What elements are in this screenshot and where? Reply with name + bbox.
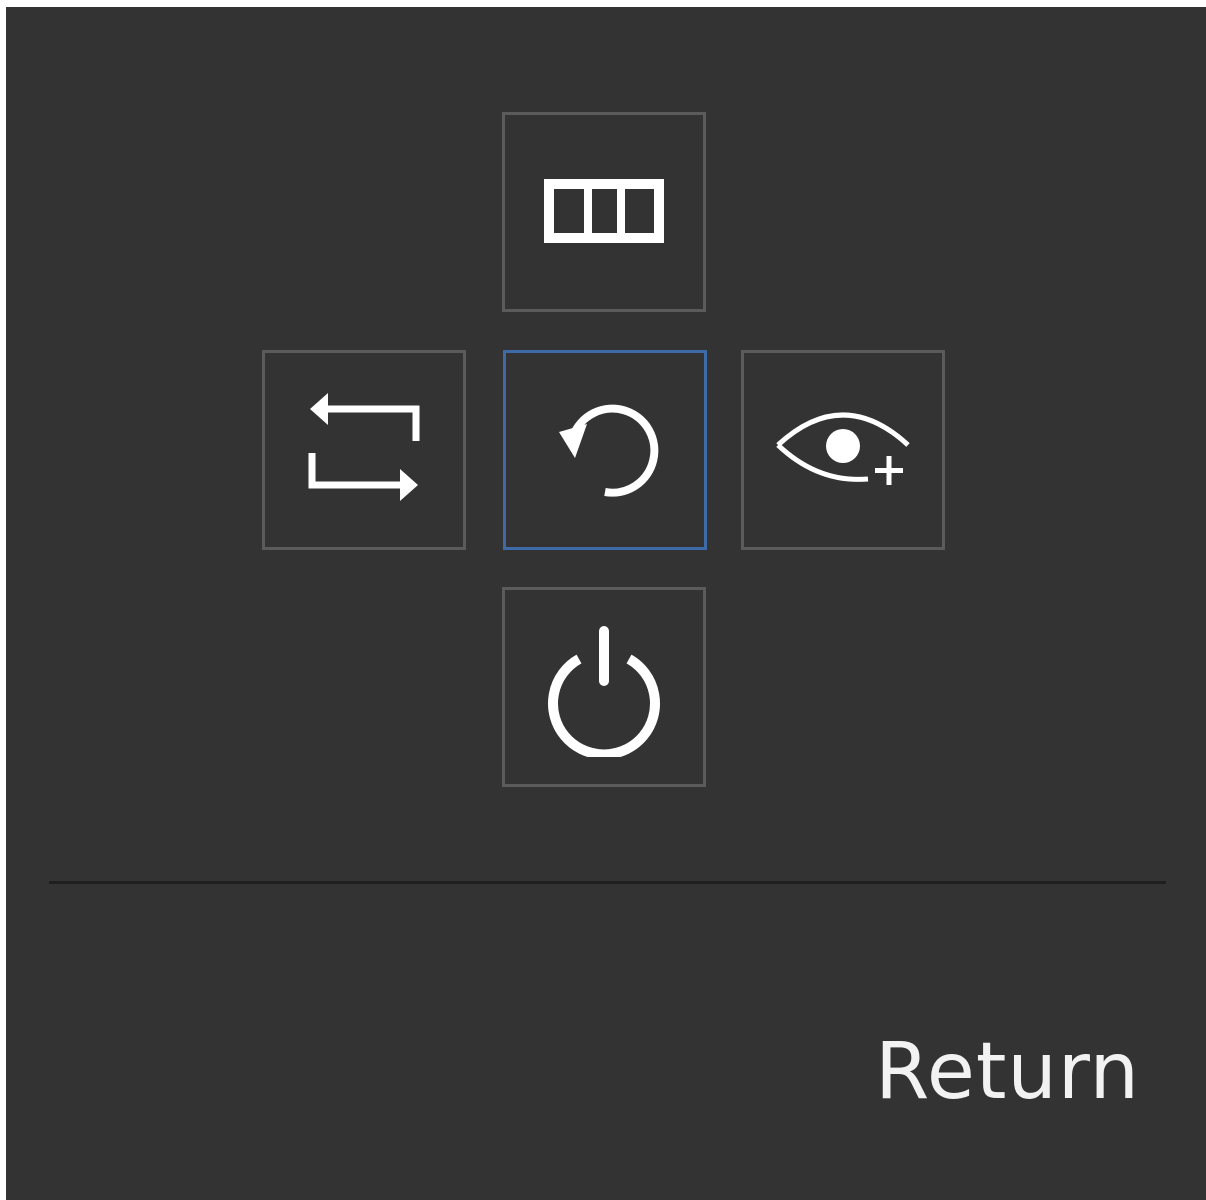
return-label: Return [875, 1027, 1140, 1117]
eye-saver-button[interactable] [741, 350, 945, 550]
power-icon [548, 626, 660, 757]
osd-panel: Return [6, 7, 1206, 1200]
return-button[interactable] [503, 350, 707, 550]
power-button[interactable] [502, 587, 706, 787]
source-switch-icon [308, 393, 420, 501]
source-switch-button[interactable] [262, 350, 466, 550]
divider [49, 881, 1166, 884]
picture-mode-icon [544, 179, 664, 243]
picture-mode-button[interactable] [502, 112, 706, 312]
return-icon [559, 404, 659, 497]
eye-saver-icon [776, 412, 910, 485]
